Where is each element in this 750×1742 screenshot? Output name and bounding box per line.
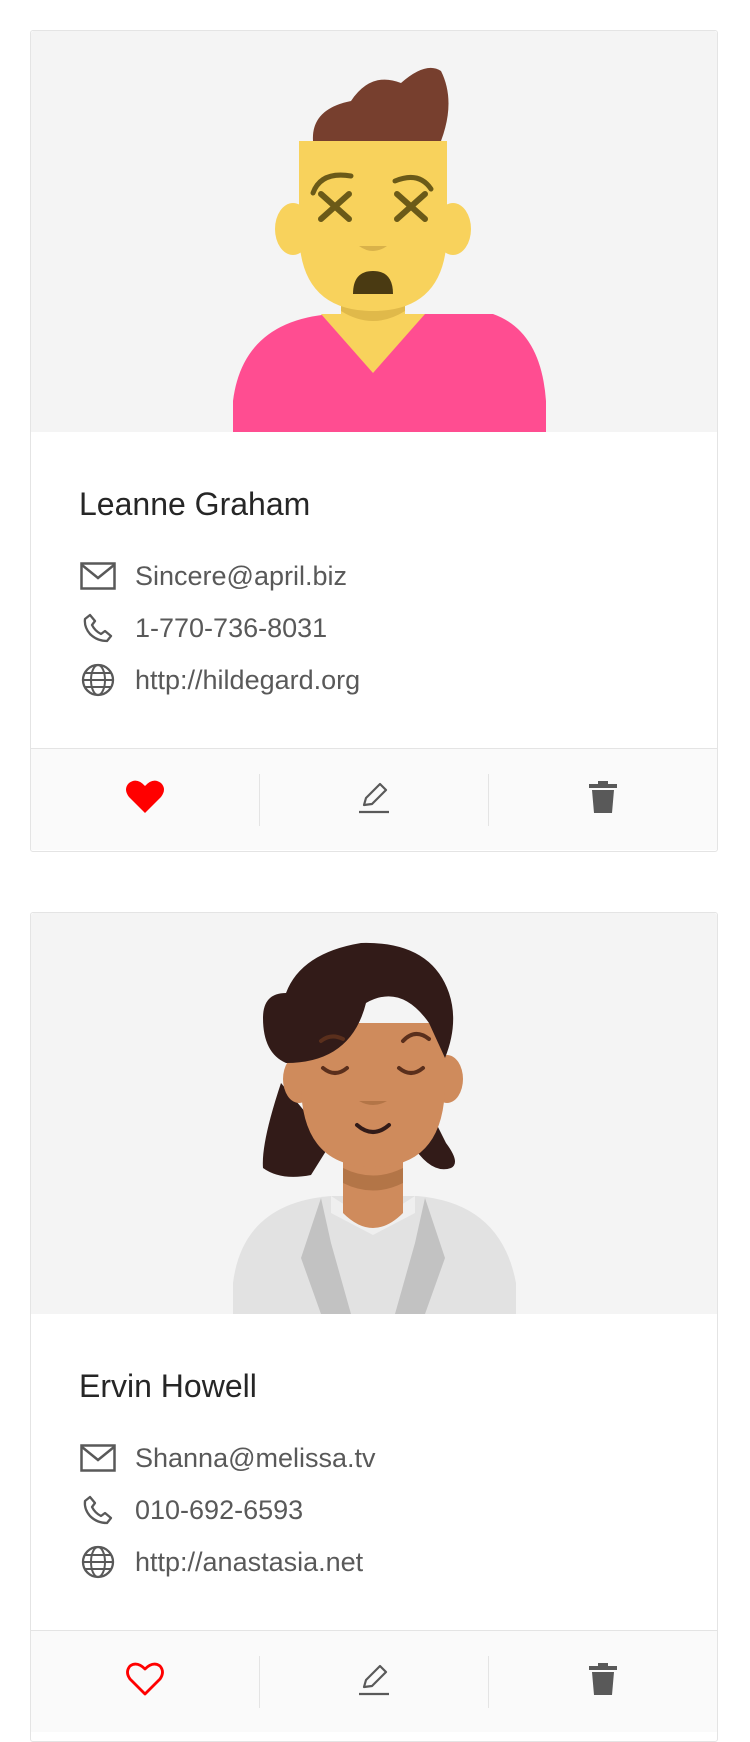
user-card: Leanne Graham Sincere@april.biz 1-770-73… bbox=[30, 30, 718, 852]
like-button[interactable] bbox=[31, 1655, 260, 1708]
edit-button[interactable] bbox=[260, 1655, 489, 1708]
delete-icon bbox=[587, 1662, 619, 1701]
card-cover bbox=[31, 913, 717, 1314]
user-phone[interactable]: 010-692-6593 bbox=[135, 1495, 303, 1526]
delete-button[interactable] bbox=[489, 774, 717, 826]
globe-icon bbox=[79, 661, 117, 699]
globe-icon bbox=[79, 1543, 117, 1581]
phone-row: 010-692-6593 bbox=[79, 1484, 669, 1536]
user-name: Leanne Graham bbox=[79, 486, 311, 522]
phone-row: 1-770-736-8031 bbox=[79, 602, 669, 654]
website-row: http://hildegard.org bbox=[79, 654, 669, 706]
card-body: Ervin Howell Shanna@melissa.tv 010-692-6… bbox=[31, 1314, 717, 1630]
mail-icon bbox=[79, 557, 117, 595]
phone-icon bbox=[79, 1491, 117, 1529]
delete-icon bbox=[587, 780, 619, 819]
user-email[interactable]: Shanna@melissa.tv bbox=[135, 1443, 376, 1474]
card-body: Leanne Graham Sincere@april.biz 1-770-73… bbox=[31, 432, 717, 748]
user-website[interactable]: http://anastasia.net bbox=[135, 1547, 363, 1578]
email-row: Shanna@melissa.tv bbox=[79, 1432, 669, 1484]
heart-outline-icon bbox=[125, 1661, 165, 1702]
edit-icon bbox=[356, 1661, 392, 1702]
website-row: http://anastasia.net bbox=[79, 1536, 669, 1588]
user-email[interactable]: Sincere@april.biz bbox=[135, 561, 347, 592]
user-phone[interactable]: 1-770-736-8031 bbox=[135, 613, 327, 644]
delete-button[interactable] bbox=[489, 1656, 717, 1708]
dizzy-man-avatar bbox=[233, 67, 546, 432]
like-button[interactable] bbox=[31, 773, 260, 826]
mail-icon bbox=[79, 1439, 117, 1477]
heart-icon bbox=[125, 779, 165, 820]
user-website[interactable]: http://hildegard.org bbox=[135, 665, 360, 696]
edit-icon bbox=[356, 779, 392, 820]
card-cover bbox=[31, 31, 717, 432]
card-actions bbox=[31, 1630, 717, 1732]
user-name: Ervin Howell bbox=[79, 1368, 257, 1404]
woman-avatar bbox=[233, 942, 516, 1314]
card-actions bbox=[31, 748, 717, 850]
email-row: Sincere@april.biz bbox=[79, 550, 669, 602]
edit-button[interactable] bbox=[260, 773, 489, 826]
phone-icon bbox=[79, 609, 117, 647]
user-card: Ervin Howell Shanna@melissa.tv 010-692-6… bbox=[30, 912, 718, 1742]
